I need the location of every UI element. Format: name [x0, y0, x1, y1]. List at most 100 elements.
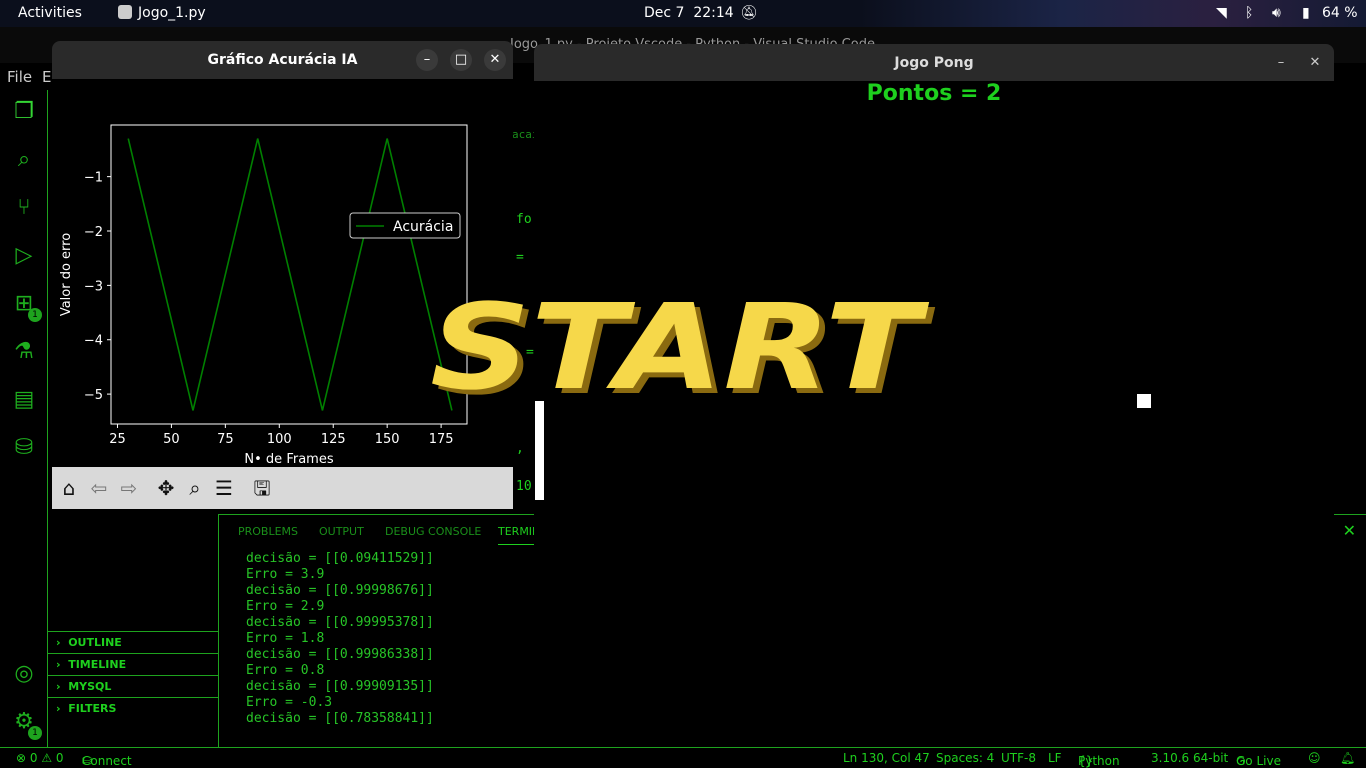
battery-icon[interactable]: ▮ [1302, 5, 1310, 21]
start-text: START [430, 296, 930, 408]
editor-code-fragment: = [516, 250, 524, 265]
close-icon[interactable]: ✕ [1343, 521, 1356, 540]
mysql-section[interactable]: › MYSQL [48, 675, 218, 697]
system-top-bar: Activities Jogo_1.py Dec 7 22:14 🔕︎ ◥ ᛒ … [0, 0, 1366, 27]
terminal-line: decisão = [[0.99986338]] [246, 647, 434, 662]
language-label: Python [1078, 754, 1120, 768]
x-tick-label: 150 [375, 432, 400, 447]
x-tick-label: 100 [267, 432, 292, 447]
minimize-button[interactable]: – [416, 49, 438, 71]
terminal-line: Erro = 2.9 [246, 599, 325, 614]
forward-icon[interactable]: ⇨ [116, 475, 142, 501]
source-control-icon[interactable]: ⑂ [10, 194, 38, 222]
x-tick-label: 175 [429, 432, 454, 447]
settings-gear-icon[interactable]: ⚙ 1 [10, 708, 42, 740]
cursor-position[interactable]: Ln 130, Col 47 [843, 751, 930, 765]
interpreter-status[interactable]: 3.10.6 64-bit [1151, 751, 1228, 765]
menu-edit[interactable]: E [42, 68, 51, 86]
explorer-icon[interactable]: ❐ [10, 98, 38, 126]
tab-output[interactable]: OUTPUT [319, 525, 364, 538]
configure-subplots-icon[interactable]: ☰ [211, 475, 237, 501]
activities-button[interactable]: Activities [18, 5, 82, 21]
terminal-line: Erro = 1.8 [246, 631, 325, 646]
terminal-line: Erro = 0.8 [246, 663, 325, 678]
extensions-icon[interactable]: ⊞ 1 [10, 290, 42, 322]
ball [1137, 394, 1151, 408]
x-axis-label: N• de Frames [244, 452, 333, 467]
tab-problems[interactable]: PROBLEMS [238, 525, 298, 538]
accuracy-chart: 25 50 75 100 125 150 175 −1 −2 −3 −4 −5 N• de Frames… [59, 124, 468, 467]
terminal-line: decisão = [[0.99995378]] [246, 615, 434, 630]
indentation-status[interactable]: Spaces: 4 [936, 751, 994, 765]
encoding-status[interactable]: UTF-8 [1001, 751, 1036, 765]
clock[interactable]: Dec 7 22:14 [644, 5, 734, 21]
y-tick-label: −4 [84, 334, 103, 349]
terminal-line: Erro = 3.9 [246, 567, 325, 582]
connect-label: Connect [82, 754, 132, 768]
terminal-output[interactable]: decisão = [[0.09411529]] Erro = 3.9 decisã… [246, 551, 434, 727]
volume-icon[interactable]: 🔊︎ [1272, 5, 1281, 21]
tab-debug-console[interactable]: DEBUG CONSOLE [385, 525, 481, 538]
terminal-line: Erro = -0.3 [246, 695, 333, 710]
editor-code-fragment: fo [516, 212, 532, 227]
x-tick-label: 25 [109, 432, 126, 447]
legend-label: Acurácia [393, 219, 453, 235]
back-icon[interactable]: ⇦ [86, 475, 112, 501]
start-banner: START START [430, 296, 936, 408]
account-icon[interactable]: ◎ [10, 660, 38, 688]
app-menu[interactable]: Jogo_1.py [118, 5, 206, 21]
feedback-icon[interactable]: ☺ [1308, 751, 1321, 765]
notifications-bell-icon[interactable]: 🔔︎ [1340, 751, 1355, 765]
wifi-icon[interactable]: ◥ [1216, 5, 1227, 21]
menu-file[interactable]: File [7, 68, 32, 86]
close-button[interactable]: ✕ [484, 49, 506, 71]
x-tick-label: 50 [163, 432, 180, 447]
app-name: Jogo_1.py [138, 5, 206, 21]
pong-window-title: Jogo Pong [894, 55, 974, 71]
pan-icon[interactable]: ✥ [153, 475, 179, 501]
bluetooth-icon[interactable]: ᛒ [1245, 5, 1253, 21]
timeline-section[interactable]: › TIMELINE [48, 653, 218, 675]
search-icon[interactable]: ⌕ [10, 146, 38, 174]
clock-time: 22:14 [693, 5, 734, 21]
eol-status[interactable]: LF [1048, 751, 1062, 765]
y-tick-label: −2 [84, 225, 103, 240]
y-tick-label: −1 [84, 171, 103, 186]
plot-window-title: Gráfico Acurácia IA [207, 52, 358, 68]
run-debug-icon[interactable]: ▷ [10, 242, 38, 270]
plot-canvas[interactable]: 25 50 75 100 125 150 175 −1 −2 −3 −4 −5 N• de Frames… [52, 79, 513, 467]
python-app-icon [118, 5, 132, 19]
filters-section[interactable]: › FILTERS [48, 697, 218, 719]
editor-code-fragment: 10 [516, 479, 532, 494]
plot-frame [110, 124, 468, 425]
terminal-line: decisão = [[0.78358841]] [246, 711, 434, 726]
problems-status[interactable]: ⊗ 0 ⚠ 0 [16, 751, 64, 765]
zoom-icon[interactable]: ⌕ [182, 475, 208, 501]
testing-icon[interactable]: ⚗ [10, 338, 38, 366]
clock-date: Dec 7 [644, 5, 685, 21]
status-bar: ⊗ 0 ⚠ 0 ⛁ Connect Ln 130, Col 47 Spaces:… [0, 747, 1366, 768]
maximize-button[interactable]: □ [450, 49, 472, 71]
x-tick-label: 75 [217, 432, 234, 447]
terminal-line: decisão = [[0.99998676]] [246, 583, 434, 598]
database-icon[interactable]: ⛁ [10, 434, 38, 462]
score-label: Pontos = 2 [866, 81, 1002, 106]
outline-section[interactable]: › OUTLINE [48, 631, 218, 653]
menu-bar: File E [0, 63, 60, 89]
minimize-button[interactable]: – [1270, 52, 1292, 74]
settings-badge: 1 [28, 726, 42, 740]
plot-titlebar[interactable]: Gráfico Acurácia IA – □ ✕ [52, 41, 513, 79]
home-icon[interactable]: ⌂ [56, 475, 82, 501]
notebook-icon[interactable]: ▤ [10, 386, 38, 414]
player-paddle [535, 401, 544, 500]
close-button[interactable]: ✕ [1304, 52, 1326, 74]
editor-code-fragment: , [516, 441, 524, 456]
pong-titlebar[interactable]: Jogo Pong – ✕ [534, 44, 1334, 81]
y-axis-label: Valor do erro [59, 233, 74, 316]
plot-window: Gráfico Acurácia IA – □ ✕ 25 50 75 100 125 15… [52, 41, 513, 509]
wallpaper-strip [860, 0, 1366, 27]
terminal-line: decisão = [[0.99909135]] [246, 679, 434, 694]
save-icon[interactable]: 🖫 [249, 475, 275, 501]
plot-toolbar: ⌂ ⇦ ⇨ ✥ ⌕ ☰ 🖫 [52, 467, 513, 509]
x-tick-label: 125 [321, 432, 346, 447]
